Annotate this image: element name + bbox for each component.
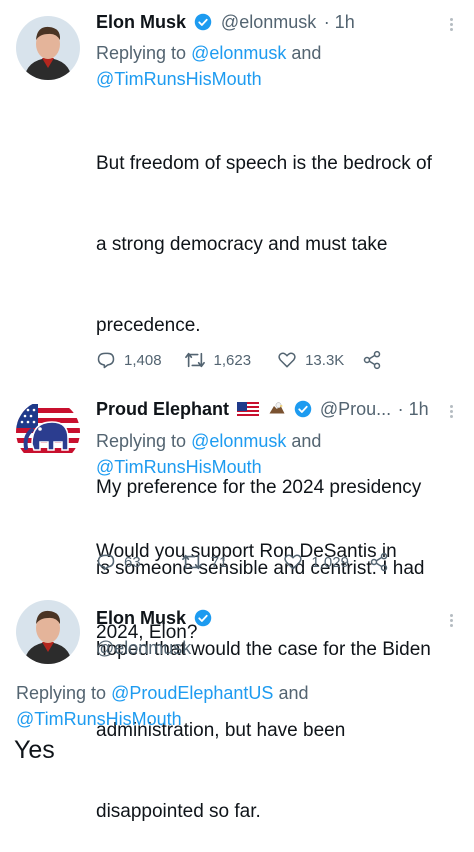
like-button[interactable]: 13.3K [277,350,344,370]
verified-badge-icon [195,609,212,627]
us-flag-emoji-icon [237,402,260,418]
more-icon[interactable] [450,16,456,33]
retweet-button[interactable]: 1,623 [184,350,252,370]
replying-and: and [286,431,322,451]
reply-icon [97,352,115,369]
eagle-emoji-icon [269,402,285,414]
avatar-elon-musk[interactable] [16,600,80,664]
like-button[interactable]: 1,029 [283,552,349,572]
replying-label: Replying to [16,683,112,703]
avatar-elon-musk[interactable] [16,16,80,80]
tweet-time[interactable]: · 1h [324,12,355,32]
tweet-actions: 63 71 1,029 [96,552,389,572]
mention-link[interactable]: @elonmusk [191,431,286,451]
replying-and: and [273,683,309,703]
reply-button[interactable]: 63 [96,552,141,572]
mention-link[interactable]: @TimRunsHisMouth [96,69,262,89]
mention-link[interactable]: @ProudElephantUS [111,683,273,703]
verified-badge-icon [195,13,212,31]
share-button[interactable] [369,552,389,572]
tweet-actions: 1,408 1,623 13.3K [96,350,382,370]
author-handle[interactable]: @elonmusk [221,12,316,32]
tweet-time[interactable]: · 1h [398,399,429,419]
like-count: 1,029 [311,553,349,571]
like-count: 13.3K [305,351,345,369]
tweet-text: Yes [14,736,55,764]
author-name[interactable]: Elon Musk [96,608,186,628]
retweet-count: 1,623 [213,351,252,369]
mention-link[interactable]: @elonmusk [191,43,286,63]
retweet-button[interactable]: 71 [181,552,228,572]
heart-icon [278,352,296,368]
avatar-proud-elephant[interactable] [16,400,80,464]
reply-icon [97,554,115,571]
heart-icon [284,554,303,570]
author-name[interactable]: Elon Musk [96,12,186,32]
author-handle[interactable]: @elonmusk [96,638,191,659]
replying-label: Replying to [96,431,192,451]
share-icon [364,350,381,370]
author-handle[interactable]: @Prou... [320,399,391,419]
retweet-icon [181,554,202,570]
more-icon[interactable] [450,403,456,420]
mention-link[interactable]: @TimRunsHisMouth [96,457,262,477]
author-name[interactable]: Proud Elephant [96,399,229,419]
retweet-count: 71 [210,553,228,571]
more-icon[interactable] [450,612,456,629]
reply-count: 63 [124,553,141,571]
reply-count: 1,408 [124,351,162,369]
replying-and: and [286,43,322,63]
verified-badge-icon [295,400,312,418]
replying-label: Replying to [96,43,192,63]
share-button[interactable] [362,350,382,370]
mention-link[interactable]: @TimRunsHisMouth [16,709,182,729]
retweet-icon [184,352,205,368]
share-icon [370,552,388,572]
reply-button[interactable]: 1,408 [96,350,162,370]
